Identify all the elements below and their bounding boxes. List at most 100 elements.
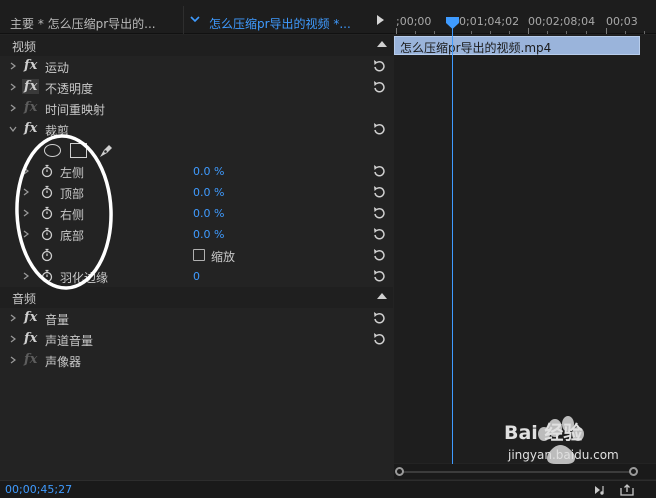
clip-bar[interactable]: 怎么压缩pr导出的视频.mp4 (394, 36, 640, 55)
crop-right-row[interactable]: 右侧 0.0 % (0, 203, 393, 224)
audio-section-label: 音频 (12, 292, 37, 306)
reset-icon[interactable] (371, 268, 387, 284)
collapse-up-icon[interactable] (377, 41, 387, 47)
crop-zoom-row[interactable]: 缩放 (0, 245, 393, 266)
effect-row-volume[interactable]: fx 音量 (0, 308, 393, 329)
timecode-label: 00;02;08;04 (528, 15, 596, 28)
effect-controls-footer: 00;00;45;27 (0, 480, 656, 498)
chevron-right-icon[interactable] (22, 209, 30, 217)
reset-icon[interactable] (371, 79, 387, 95)
timeline-scrollbar[interactable] (394, 464, 656, 479)
collapse-up-icon[interactable] (377, 293, 387, 299)
reset-icon[interactable] (371, 163, 387, 179)
timecode-label: 00;03 (606, 15, 638, 28)
audio-section-header[interactable]: 音频 (0, 287, 393, 308)
chevron-down-icon[interactable] (188, 12, 202, 26)
effect-row-crop[interactable]: fx 裁剪 (0, 119, 393, 140)
playhead-line[interactable] (452, 21, 453, 465)
fx-toggle-icon[interactable]: fx (24, 331, 37, 346)
stopwatch-icon[interactable] (40, 227, 54, 241)
property-label: 右侧 (60, 208, 85, 222)
property-value[interactable]: 0.0 % (193, 228, 224, 241)
ruler-tick (547, 31, 548, 34)
chevron-right-icon[interactable] (9, 62, 17, 70)
ellipse-mask-icon[interactable] (44, 144, 61, 157)
timecode-label: 00;01;04;02 (452, 15, 520, 28)
scrollbar-left-handle[interactable] (395, 467, 404, 476)
header-divider (183, 6, 184, 34)
property-value[interactable]: 0.0 % (193, 165, 224, 178)
crop-left-row[interactable]: 左侧 0.0 % (0, 161, 393, 182)
stopwatch-icon[interactable] (40, 185, 54, 199)
mask-tools-row (0, 140, 393, 161)
watermark-brand: Bai 经验 (504, 422, 583, 444)
crop-bottom-row[interactable]: 底部 0.0 % (0, 224, 393, 245)
chevron-down-icon[interactable] (9, 125, 17, 133)
chevron-right-icon[interactable] (22, 167, 30, 175)
scrollbar-track[interactable] (401, 471, 633, 473)
stopwatch-icon[interactable] (40, 206, 54, 220)
watermark-url: jingyan.baidu.com (508, 448, 619, 462)
effect-row-time-remap[interactable]: fx 时间重映射 (0, 98, 393, 119)
property-label: 左侧 (60, 166, 85, 180)
reset-icon[interactable] (371, 247, 387, 263)
pen-mask-icon[interactable] (97, 142, 115, 160)
effect-row-channel-volume[interactable]: fx 声道音量 (0, 329, 393, 350)
stopwatch-icon[interactable] (40, 248, 54, 262)
stopwatch-icon[interactable] (40, 269, 54, 283)
effect-row-motion[interactable]: fx 运动 (0, 56, 393, 77)
reset-icon[interactable] (371, 121, 387, 137)
ruler-tick (625, 31, 626, 34)
ruler-tick (434, 31, 435, 34)
stopwatch-icon[interactable] (40, 164, 54, 178)
master-clip-tab[interactable]: 主要 * 怎么压缩pr导出的... (10, 15, 156, 32)
property-value[interactable]: 0 (193, 270, 200, 283)
timeline-ruler[interactable]: ;00;00 00;01;04;02 00;02;08;04 00;03 (394, 0, 656, 34)
ruler-tick (586, 31, 587, 34)
property-value[interactable]: 0.0 % (193, 207, 224, 220)
chevron-right-icon[interactable] (22, 230, 30, 238)
ruler-tick (396, 28, 397, 34)
play-audio-icon[interactable] (594, 483, 608, 497)
zoom-label: 缩放 (211, 250, 236, 264)
ruler-tick (509, 31, 510, 34)
chevron-right-icon[interactable] (9, 356, 17, 364)
chevron-right-icon[interactable] (22, 272, 30, 280)
show-timeline-icon[interactable] (374, 14, 386, 26)
effect-row-opacity[interactable]: fx 不透明度 (0, 77, 393, 98)
rectangle-mask-icon[interactable] (70, 143, 87, 158)
fx-toggle-icon[interactable]: fx (24, 310, 37, 325)
reset-icon[interactable] (371, 184, 387, 200)
video-section-label: 视频 (12, 40, 37, 54)
fx-toggle-icon[interactable]: fx (24, 121, 37, 136)
current-timecode[interactable]: 00;00;45;27 (5, 483, 72, 496)
crop-feather-row[interactable]: 羽化边缘 0 (0, 266, 393, 287)
chevron-right-icon[interactable] (9, 104, 17, 112)
crop-top-row[interactable]: 顶部 0.0 % (0, 182, 393, 203)
chevron-right-icon[interactable] (22, 188, 30, 196)
reset-icon[interactable] (371, 331, 387, 347)
ruler-tick (415, 31, 416, 34)
effect-row-panner[interactable]: fx 声像器 (0, 350, 393, 371)
playhead-icon[interactable] (446, 17, 459, 29)
export-frame-icon[interactable] (620, 483, 634, 497)
scrollbar-right-handle[interactable] (629, 467, 638, 476)
reset-icon[interactable] (371, 310, 387, 326)
chevron-right-icon[interactable] (9, 83, 17, 91)
fx-disabled-icon: fx (24, 352, 38, 367)
active-clip-tab[interactable]: 怎么压缩pr导出的视频 *... (209, 15, 351, 32)
fx-toggle-icon[interactable]: fx (24, 58, 37, 73)
reset-icon[interactable] (371, 226, 387, 242)
chevron-right-icon[interactable] (9, 335, 17, 343)
property-value[interactable]: 0.0 % (193, 186, 224, 199)
reset-icon[interactable] (371, 58, 387, 74)
video-section-header[interactable]: 视频 (0, 35, 393, 56)
reset-icon[interactable] (371, 205, 387, 221)
zoom-checkbox[interactable] (193, 249, 205, 261)
chevron-right-icon[interactable] (9, 314, 17, 322)
property-label: 顶部 (60, 187, 85, 201)
effect-label: 不透明度 (45, 82, 94, 96)
ruler-tick (471, 31, 472, 34)
fx-toggle-icon[interactable]: fx (22, 79, 40, 94)
effect-timeline-area[interactable]: 怎么压缩pr导出的视频.mp4 (394, 35, 656, 463)
